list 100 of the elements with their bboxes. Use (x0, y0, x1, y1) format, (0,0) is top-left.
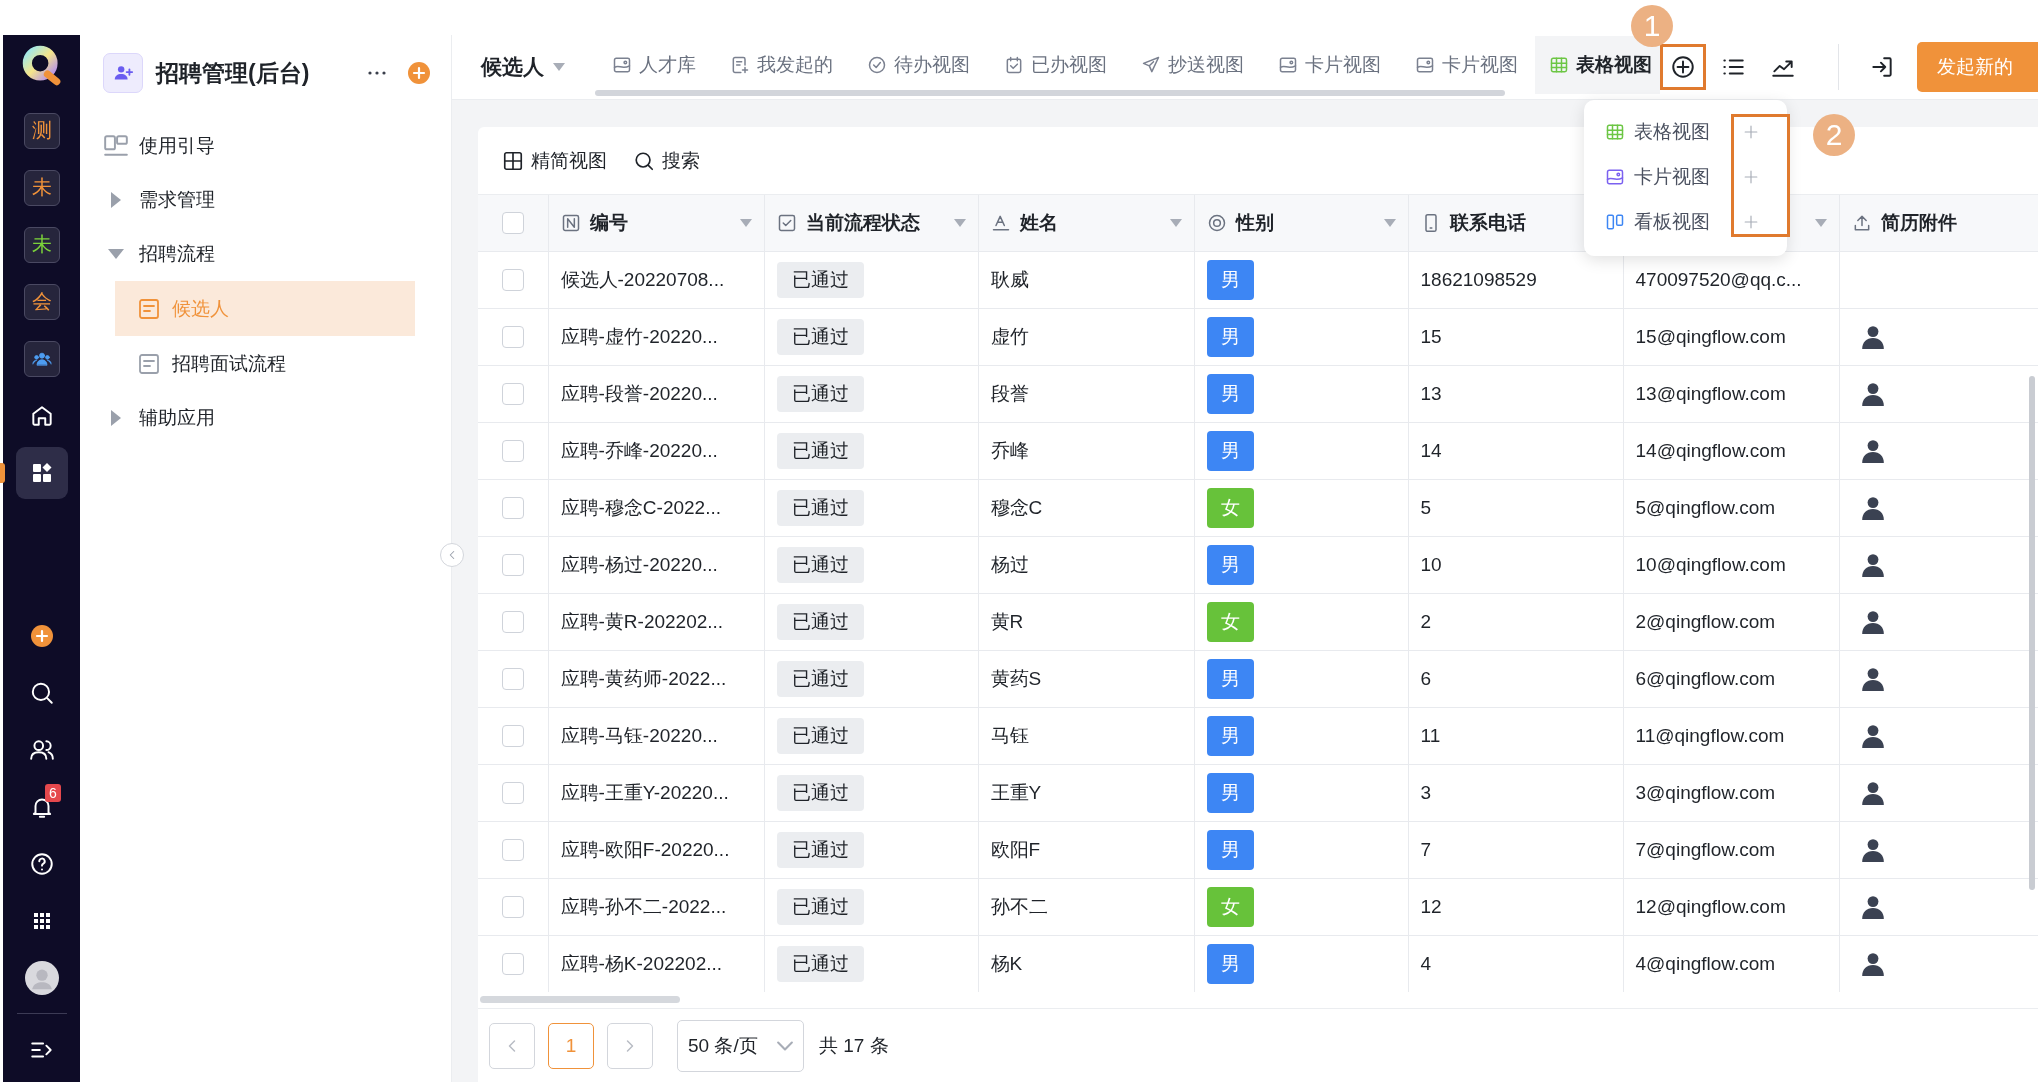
view-tab[interactable]: 卡片视图 (1398, 36, 1535, 94)
table-cell: 应聘-欧阳F-20220... (548, 821, 764, 878)
table-cell: 3@qingflow.com (1623, 764, 1839, 821)
gender-tag: 男 (1206, 715, 1254, 756)
sort-caret-icon[interactable] (1814, 218, 1827, 227)
view-tab[interactable]: 已办视图 (987, 36, 1124, 94)
row-checkbox[interactable] (501, 383, 524, 405)
table-cell: 15@qingflow.com (1623, 308, 1839, 365)
app-tile[interactable]: 未 (23, 169, 60, 206)
image-icon (1415, 55, 1435, 75)
gender-tag: 男 (1206, 772, 1254, 813)
document-plus-icon (730, 55, 750, 75)
collapse-handle[interactable] (440, 543, 464, 567)
help-icon[interactable] (28, 850, 55, 877)
scrollbar[interactable] (2029, 376, 2035, 890)
menu-item[interactable]: 看板视图 (1605, 208, 1710, 235)
view-tab[interactable]: 表格视图 (1535, 36, 1660, 94)
column-header[interactable]: 编号 (589, 209, 628, 236)
table-cell: 5 (1408, 479, 1623, 536)
column-header[interactable]: 性别 (1235, 209, 1274, 236)
toolbar-button[interactable]: 搜索 (633, 147, 700, 174)
sidebar-group[interactable]: 招聘流程 (80, 227, 451, 281)
column-header[interactable]: 简历附件 (1880, 209, 1957, 236)
person-icon (1859, 437, 1886, 464)
person-icon (1859, 608, 1886, 635)
sort-caret-icon[interactable] (1169, 218, 1182, 227)
table-cell: 12 (1408, 878, 1623, 935)
table-cell: 黄R (978, 593, 1194, 650)
add-icon[interactable] (29, 623, 54, 648)
sort-caret-icon[interactable] (739, 218, 752, 227)
person-icon (1859, 950, 1886, 977)
view-tab[interactable]: 抄送视图 (1124, 36, 1261, 94)
table-cell: 应聘-杨过-20220... (548, 536, 764, 593)
gender-tag: 男 (1206, 943, 1254, 984)
table-cell: 应聘-黄药师-2022... (548, 650, 764, 707)
row-checkbox[interactable] (501, 725, 524, 747)
row-checkbox[interactable] (501, 839, 524, 861)
table-cell: 13 (1408, 365, 1623, 422)
scrollbar[interactable] (595, 90, 1505, 96)
person-icon (1859, 665, 1886, 692)
status-tag: 已通过 (776, 945, 864, 982)
row-checkbox[interactable] (501, 269, 524, 291)
sort-caret-icon[interactable] (1383, 218, 1396, 227)
sidebar-group[interactable]: 辅助应用 (80, 391, 451, 445)
status-tag: 已通过 (776, 261, 864, 298)
page-size-select[interactable]: 50 条/页 (677, 1019, 804, 1072)
table-cell: 10@qingflow.com (1623, 536, 1839, 593)
sidebar-item[interactable]: 招聘面试流程 (115, 336, 415, 391)
gender-tag: 男 (1206, 373, 1254, 414)
sidebar-group[interactable]: 需求管理 (80, 173, 451, 227)
row-checkbox[interactable] (501, 554, 524, 576)
row-checkbox[interactable] (501, 896, 524, 918)
row-checkbox[interactable] (501, 953, 524, 975)
status-tag: 已通过 (776, 375, 864, 412)
table-cell: 应聘-孙不二-2022... (548, 878, 764, 935)
table-cell: 黄药S (978, 650, 1194, 707)
view-tab[interactable]: 人才库 (595, 36, 713, 94)
sidebar-item[interactable]: 使用引导 (80, 119, 451, 173)
view-tab[interactable]: 卡片视图 (1261, 36, 1398, 94)
person-icon (1859, 722, 1886, 749)
avatar-icon[interactable] (24, 960, 59, 995)
step-marker: 1 (1631, 5, 1673, 47)
select-all-checkbox[interactable] (501, 212, 524, 235)
view-selector[interactable]: 候选人 (481, 53, 565, 81)
selected-nav-item[interactable] (15, 446, 68, 499)
row-checkbox[interactable] (501, 440, 524, 462)
column-header[interactable]: 联系电话 (1449, 209, 1526, 236)
person-icon (1859, 779, 1886, 806)
row-checkbox[interactable] (501, 326, 524, 348)
table-cell: 应聘-穆念C-2022... (548, 479, 764, 536)
row-checkbox[interactable] (501, 668, 524, 690)
caret-icon (553, 63, 565, 71)
table-cell: 欧阳F (978, 821, 1194, 878)
app-tile[interactable]: 未 (23, 226, 60, 263)
row-checkbox[interactable] (501, 611, 524, 633)
add-view-button[interactable] (1660, 44, 1706, 90)
table-cell: 杨过 (978, 536, 1194, 593)
column-header[interactable]: 姓名 (1019, 209, 1058, 236)
view-tab[interactable]: 我发起的 (713, 36, 850, 94)
total-count: 共 17 条 (819, 1033, 889, 1058)
team-app-tile[interactable] (23, 340, 60, 377)
status-tag: 已通过 (776, 318, 864, 355)
table-cell: 候选人-20220708... (548, 251, 764, 308)
scrollbar[interactable] (480, 996, 680, 1003)
table-cell: 应聘-段誉-20220... (548, 365, 764, 422)
status-tag: 已通过 (776, 603, 864, 640)
menu-item[interactable]: 卡片视图 (1605, 163, 1710, 190)
row-checkbox[interactable] (501, 782, 524, 804)
app-tile[interactable]: 测 (23, 112, 60, 149)
toolbar-button[interactable]: 精简视图 (502, 147, 607, 174)
table-cell: 6 (1408, 650, 1623, 707)
view-tab[interactable]: 待办视图 (850, 36, 987, 94)
gender-tag: 男 (1206, 829, 1254, 870)
menu-item[interactable]: 表格视图 (1605, 118, 1710, 145)
app-tile[interactable]: 会 (23, 283, 60, 320)
table-cell: 13@qingflow.com (1623, 365, 1839, 422)
row-checkbox[interactable] (501, 497, 524, 519)
check-circle-icon (867, 55, 887, 75)
sort-caret-icon[interactable] (953, 218, 966, 227)
table-cell: 乔峰 (978, 422, 1194, 479)
